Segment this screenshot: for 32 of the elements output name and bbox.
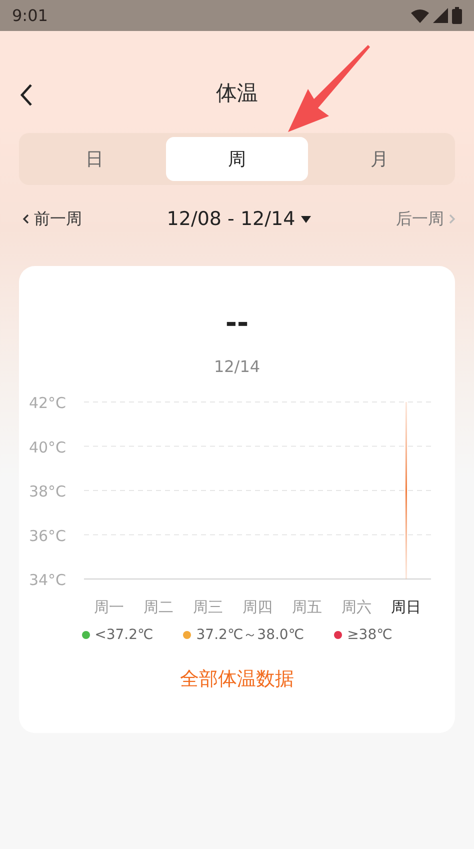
x-axis-label[interactable]: 周三 xyxy=(192,598,222,616)
all-data-link[interactable]: 全部体温数据 xyxy=(180,666,294,692)
y-axis-label: 36°C xyxy=(28,526,66,545)
x-axis-label[interactable]: 周五 xyxy=(292,598,322,616)
legend-label: ≥38℃ xyxy=(347,627,392,643)
y-axis-label: 42°C xyxy=(28,394,66,412)
next-week-button[interactable]: 后一周 xyxy=(396,208,456,230)
signal-icon xyxy=(433,8,448,23)
y-axis-label: 38°C xyxy=(28,482,66,500)
battery-icon xyxy=(452,7,462,24)
chevron-left-icon xyxy=(22,213,30,225)
y-axis-label: 34°C xyxy=(28,571,66,589)
status-time: 9:01 xyxy=(12,6,48,25)
legend-label: <37.2℃ xyxy=(94,627,154,643)
period-tab[interactable]: 日 xyxy=(23,137,166,181)
temperature-value: -- xyxy=(225,306,249,339)
x-axis-label[interactable]: 周六 xyxy=(341,598,372,616)
caret-down-icon xyxy=(301,216,312,222)
chevron-right-icon xyxy=(448,213,456,225)
page-title: 体温 xyxy=(216,80,258,107)
x-axis-label[interactable]: 周日 xyxy=(390,598,421,616)
previous-week-button[interactable]: 前一周 xyxy=(22,208,82,230)
date-range-dropdown[interactable]: 12/08 - 12/14 xyxy=(166,208,312,230)
legend-label: 37.2℃～38.0℃ xyxy=(196,626,304,644)
x-axis-label[interactable]: 周四 xyxy=(242,598,272,616)
y-axis-label: 40°C xyxy=(28,438,66,456)
wifi-icon xyxy=(411,8,429,22)
period-tab[interactable]: 周 xyxy=(166,137,308,181)
selected-date: 12/14 xyxy=(214,357,260,376)
x-axis-label[interactable]: 周二 xyxy=(142,598,173,616)
period-tab[interactable]: 月 xyxy=(308,137,452,181)
x-axis-label[interactable]: 周一 xyxy=(93,598,124,616)
